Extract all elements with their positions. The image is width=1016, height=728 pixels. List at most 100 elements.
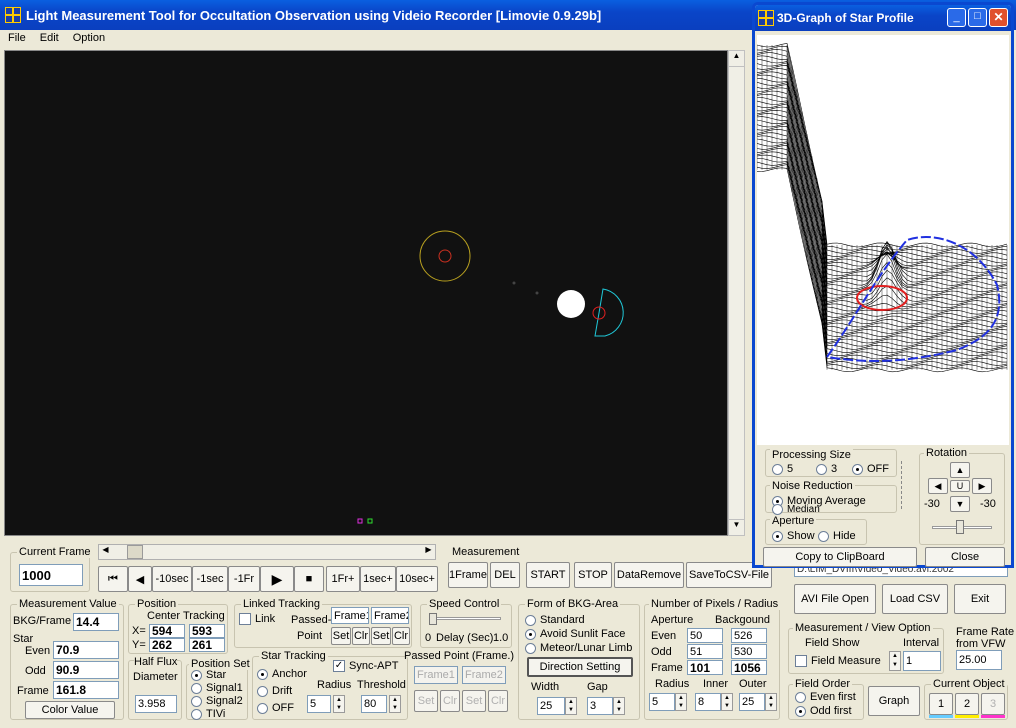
- plus-1frame-button[interactable]: 1Fr+: [326, 566, 360, 592]
- speed-slider-thumb[interactable]: [429, 613, 437, 625]
- menu-file[interactable]: File: [8, 32, 26, 44]
- graph-window[interactable]: 3D-Graph of Star Profile _ □ ✕ Processin…: [752, 2, 1014, 568]
- passed-set1-button[interactable]: Set: [414, 690, 438, 712]
- processing-3-radio[interactable]: 3: [816, 463, 837, 475]
- video-display[interactable]: [4, 50, 728, 536]
- object-2-button[interactable]: 2: [955, 693, 979, 715]
- bkg-meteor-limb-radio[interactable]: Meteor/Lunar Limb: [525, 642, 632, 654]
- previous-button[interactable]: ◀: [128, 566, 152, 592]
- start-button[interactable]: START: [526, 562, 570, 588]
- tracking-off-radio[interactable]: OFF: [257, 702, 294, 714]
- bkg-width-field[interactable]: 25: [537, 697, 565, 715]
- interval-spinner[interactable]: ▲ ▼: [889, 651, 901, 671]
- exit-button[interactable]: Exit: [954, 584, 1006, 614]
- outer-radius-spinner[interactable]: ▲ ▼: [765, 693, 777, 711]
- linked-clr2-button[interactable]: Clr: [392, 627, 410, 645]
- passed-clr1-button[interactable]: Clr: [440, 690, 460, 712]
- rotate-left-button[interactable]: ◀: [928, 478, 948, 494]
- passed-set2-button[interactable]: Set: [462, 690, 486, 712]
- threshold-field[interactable]: 80: [361, 695, 387, 713]
- copy-clipboard-button[interactable]: Copy to ClipBoard: [763, 547, 917, 567]
- inner-radius-field[interactable]: 8: [695, 693, 721, 711]
- graph-button[interactable]: Graph: [868, 686, 920, 716]
- frame-slider[interactable]: ◀ ▶: [98, 544, 436, 560]
- bkg-gap-field[interactable]: 3: [587, 697, 613, 715]
- delete-button[interactable]: DEL: [490, 562, 520, 588]
- interval-field[interactable]: 1: [903, 651, 941, 671]
- position-set-signal2-radio[interactable]: Signal2: [191, 695, 243, 707]
- linked-frame2-field[interactable]: Frame2: [371, 607, 409, 624]
- frame-rate-field[interactable]: 25.00: [956, 650, 1002, 670]
- rotate-right-button[interactable]: ▶: [972, 478, 992, 494]
- video-vertical-scrollbar[interactable]: ▲ ▼: [728, 50, 745, 536]
- object-3-button[interactable]: 3: [981, 693, 1005, 715]
- bkg-standard-radio[interactable]: Standard: [525, 614, 585, 626]
- load-csv-button[interactable]: Load CSV: [882, 584, 948, 614]
- bkg-gap-spinner[interactable]: ▲ ▼: [613, 697, 625, 715]
- minus-1frame-button[interactable]: -1Fr: [228, 566, 260, 592]
- vertical-scale-slider[interactable]: [901, 461, 911, 509]
- aperture-show-radio[interactable]: Show: [772, 530, 815, 542]
- aperture-radius-field[interactable]: 5: [649, 693, 675, 711]
- tracking-drift-radio[interactable]: Drift: [257, 685, 292, 697]
- odd-first-radio[interactable]: Odd first: [795, 705, 852, 717]
- maximize-icon[interactable]: □: [968, 8, 987, 27]
- inner-radius-spinner[interactable]: ▲ ▼: [721, 693, 733, 711]
- current-frame-field[interactable]: 1000: [19, 564, 83, 586]
- bkg-avoid-sunlit-radio[interactable]: Avoid Sunlit Face: [525, 628, 625, 640]
- link-checkbox[interactable]: Link: [239, 613, 275, 625]
- bkg-width-spinner[interactable]: ▲ ▼: [565, 697, 577, 715]
- object-1-color-swatch: [929, 715, 953, 718]
- tracking-radius-spinner[interactable]: ▲ ▼: [333, 695, 345, 713]
- rotate-down-button[interactable]: ▼: [950, 496, 970, 512]
- play-button[interactable]: ▶: [260, 566, 294, 592]
- passed-clr2-button[interactable]: Clr: [488, 690, 508, 712]
- one-frame-button[interactable]: 1Frame: [448, 562, 488, 588]
- sync-apt-checkbox[interactable]: ✓ Sync-APT: [333, 660, 399, 672]
- direction-setting-button[interactable]: Direction Setting: [527, 657, 633, 677]
- tracking-radius-field[interactable]: 5: [307, 695, 331, 713]
- linked-frame1-field[interactable]: Frame1: [331, 607, 369, 624]
- linked-set2-button[interactable]: Set: [371, 627, 391, 645]
- threshold-spinner[interactable]: ▲ ▼: [389, 695, 401, 713]
- passed-frame1-field[interactable]: Frame1: [414, 666, 458, 684]
- minus-10sec-button[interactable]: -10sec: [152, 566, 192, 592]
- rotate-reset-button[interactable]: U: [950, 480, 970, 492]
- position-set-star-radio[interactable]: Star: [191, 669, 226, 681]
- stop-button[interactable]: STOP: [574, 562, 612, 588]
- minimize-icon[interactable]: _: [947, 8, 966, 27]
- outer-radius-field[interactable]: 25: [739, 693, 765, 711]
- processing-5-radio[interactable]: 5: [772, 463, 793, 475]
- object-1-button[interactable]: 1: [929, 693, 953, 715]
- first-frame-button[interactable]: ⏮: [98, 566, 128, 592]
- speed-slider[interactable]: [431, 617, 501, 620]
- current-frame-group: Current Frame 1000: [10, 546, 93, 592]
- aperture-radius-spinner[interactable]: ▲ ▼: [675, 693, 687, 711]
- close-icon[interactable]: ✕: [989, 8, 1008, 27]
- linked-clr1-button[interactable]: Clr: [352, 627, 370, 645]
- data-remove-button[interactable]: DataRemove: [614, 562, 684, 588]
- graph-close-button[interactable]: Close: [925, 547, 1005, 567]
- linked-set1-button[interactable]: Set: [331, 627, 351, 645]
- even-first-radio[interactable]: Even first: [795, 691, 856, 703]
- minus-1sec-button[interactable]: -1sec: [192, 566, 228, 592]
- rotate-up-button[interactable]: ▲: [950, 462, 970, 478]
- plus-1sec-button[interactable]: 1sec+: [360, 566, 396, 592]
- color-value-button[interactable]: Color Value: [25, 701, 115, 719]
- field-measure-checkbox[interactable]: Field Measure: [795, 655, 881, 667]
- plus-10sec-button[interactable]: 10sec+: [396, 566, 438, 592]
- position-set-tivi-radio[interactable]: TIVi: [191, 708, 225, 720]
- menu-edit[interactable]: Edit: [40, 32, 59, 44]
- position-set-signal1-radio[interactable]: Signal1: [191, 682, 243, 694]
- processing-off-radio[interactable]: OFF: [852, 463, 889, 475]
- menu-option[interactable]: Option: [73, 32, 105, 44]
- aperture-hide-radio[interactable]: Hide: [818, 530, 856, 542]
- frame-slider-thumb[interactable]: [127, 545, 143, 559]
- point-label: Point: [297, 630, 323, 642]
- median-radio[interactable]: Median: [772, 504, 820, 515]
- passed-frame2-field[interactable]: Frame2: [462, 666, 506, 684]
- avi-file-open-button[interactable]: AVI File Open: [794, 584, 876, 614]
- tracking-anchor-radio[interactable]: Anchor: [257, 668, 307, 680]
- rotation-slider-thumb[interactable]: [956, 520, 964, 534]
- stop-playback-button[interactable]: ■: [294, 566, 324, 592]
